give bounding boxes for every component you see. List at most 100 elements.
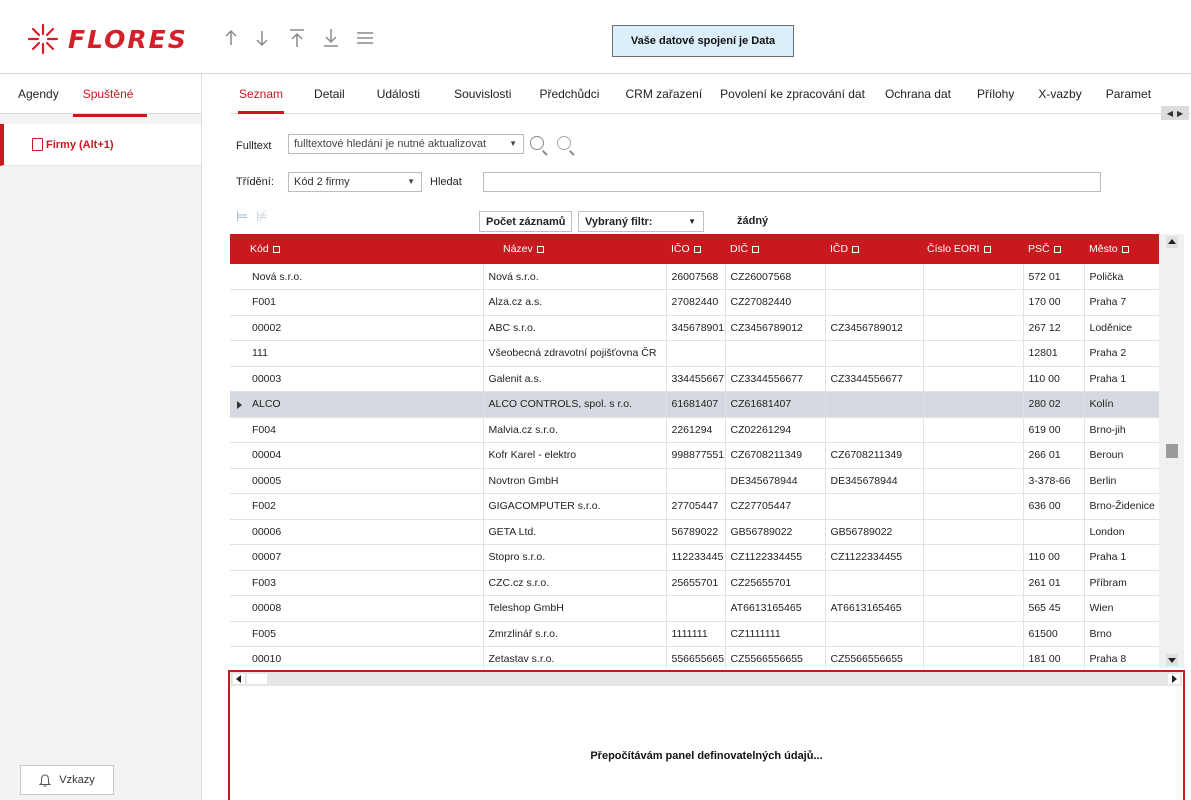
table-cell[interactable] [923,621,1024,647]
table-cell[interactable] [825,621,924,647]
table-cell[interactable]: CZ26007568 [725,264,826,290]
table-cell[interactable] [923,442,1024,469]
table-cell[interactable]: 280 02 [1023,391,1085,418]
table-cell[interactable] [923,366,1024,392]
table-cell[interactable]: 112233445 [666,544,726,571]
move-top-icon[interactable] [286,26,308,50]
table-cell[interactable]: Berlin [1084,468,1159,494]
table-cell[interactable] [923,289,1024,316]
table-cell[interactable]: GB56789022 [725,519,826,545]
table-cell[interactable]: CZ3456789012 [825,315,924,341]
table-cell[interactable] [825,391,924,418]
sort-combo[interactable]: Kód 2 firmy ▼ [288,172,422,192]
column-header[interactable]: Město [1084,234,1159,264]
table-row[interactable]: 00003 Galenit a.s. 334455667 CZ3344556677 CZ… [230,366,1159,392]
chevron-down-icon[interactable]: ▼ [688,217,696,226]
table-cell[interactable]: 12801 [1023,340,1085,367]
chevron-left-icon[interactable]: ◀ [1167,109,1173,118]
table-cell[interactable]: Zetastav s.r.o. [483,646,667,668]
table-cell[interactable] [923,595,1024,622]
table-cell[interactable]: AT6613165465 [825,595,924,622]
table-row[interactable]: ALCO ALCO CONTROLS, spol. s r.o. 61681407 C… [230,391,1159,418]
table-cell[interactable]: Beroun [1084,442,1159,469]
table-cell[interactable]: DE345678944 [825,468,924,494]
table-cell[interactable]: CZ25655701 [725,570,826,596]
table-cell[interactable]: CZ27705447 [725,493,826,520]
table-cell[interactable]: Praha 8 [1084,646,1159,668]
table-cell[interactable]: Praha 7 [1084,289,1159,316]
table-cell[interactable]: DE345678944 [725,468,826,494]
table-cell[interactable]: CZ6708211349 [725,442,826,469]
table-row[interactable]: F001 Alza.cz a.s. 27082440 CZ27082440 170 00… [230,289,1159,316]
table-cell[interactable]: F004 [230,417,484,443]
column-header[interactable]: IČO [666,234,725,264]
tab-scroll-arrows[interactable]: ◀ ▶ [1161,106,1189,120]
table-cell[interactable]: GETA Ltd. [483,519,667,545]
table-cell[interactable]: Příbram [1084,570,1159,596]
search-advanced-icon[interactable] [557,136,571,150]
table-row[interactable]: F002 GIGACOMPUTER s.r.o. 27705447 CZ2770544… [230,493,1159,520]
column-filter-icon[interactable] [852,245,860,253]
tab-seznam[interactable]: Seznam [230,74,292,114]
table-cell[interactable] [923,340,1024,367]
scroll-down-icon[interactable] [1166,654,1178,666]
table-cell[interactable]: Zmrzlinář s.r.o. [483,621,667,647]
table-cell[interactable]: Teleshop GmbH [483,595,667,622]
column-header[interactable]: Číslo EORI [923,234,1023,264]
table-row[interactable]: 00005 Novtron GmbH DE345678944 DE345678944 3… [230,468,1159,494]
table-cell[interactable] [923,315,1024,341]
chevron-right-icon[interactable]: ▶ [1177,109,1183,118]
table-cell[interactable]: F005 [230,621,484,647]
table-cell[interactable] [825,289,924,316]
table-cell[interactable]: 334455667 [666,366,726,392]
table-cell[interactable]: 556655665 [666,646,726,668]
table-row[interactable]: F005 Zmrzlinář s.r.o. 1111111 CZ1111111 6150… [230,621,1159,647]
table-row[interactable]: 00002 ABC s.r.o. 345678901 CZ3456789012 CZ34… [230,315,1159,341]
table-cell[interactable]: CZ61681407 [725,391,826,418]
table-cell[interactable]: Všeobecná zdravotní pojišťovna ČR [483,340,667,367]
table-cell[interactable]: 25655701 [666,570,726,596]
table-cell[interactable]: 619 00 [1023,417,1085,443]
table-cell[interactable] [825,417,924,443]
table-cell[interactable]: 61500 [1023,621,1085,647]
table-cell[interactable]: Malvia.cz s.r.o. [483,417,667,443]
table-row[interactable]: 00004 Kofr Karel - elektro 998877551 CZ6708… [230,442,1159,469]
tab-parametry[interactable]: Paramet [1092,74,1151,114]
table-cell[interactable]: 998877551 [666,442,726,469]
table-cell[interactable] [825,570,924,596]
record-count-button[interactable]: Počet záznamů [479,211,573,232]
scroll-thumb[interactable] [1166,444,1178,458]
column-filter-icon[interactable] [693,245,701,253]
table-cell[interactable]: F002 [230,493,484,520]
table-cell[interactable]: 27705447 [666,493,726,520]
column-filter-icon[interactable] [983,245,991,253]
table-cell[interactable]: Wien [1084,595,1159,622]
table-cell[interactable]: 345678901 [666,315,726,341]
scroll-left-icon[interactable] [233,674,245,684]
table-cell[interactable]: GIGACOMPUTER s.r.o. [483,493,667,520]
table-cell[interactable] [923,646,1024,668]
table-cell[interactable]: 00010 [230,646,484,668]
chevron-down-icon[interactable]: ▼ [407,177,415,186]
tab-predchudci[interactable]: Předchůdci [523,74,611,114]
tab-prilohy[interactable]: Přílohy [961,74,1024,114]
table-cell[interactable] [666,340,726,367]
table-cell[interactable]: 170 00 [1023,289,1085,316]
tab-agendy[interactable]: Agendy [18,81,59,107]
table-cell[interactable]: ALCO CONTROLS, spol. s r.o. [483,391,667,418]
table-row[interactable]: F003 CZC.cz s.r.o. 25655701 CZ25655701 261 0… [230,570,1159,596]
tree-view-icon[interactable]: ⊨ [236,208,248,225]
table-cell[interactable] [825,493,924,520]
table-cell[interactable]: F003 [230,570,484,596]
table-row[interactable]: 00006 GETA Ltd. 56789022 GB56789022 GB567890… [230,519,1159,545]
tab-ochrana-dat[interactable]: Ochrana dat [875,74,961,114]
table-cell[interactable]: 00005 [230,468,484,494]
table-cell[interactable]: Alza.cz a.s. [483,289,667,316]
table-row[interactable]: F004 Malvia.cz s.r.o. 2261294 CZ02261294 619… [230,417,1159,443]
table-cell[interactable]: London [1084,519,1159,545]
table-cell[interactable]: CZ1122334455 [825,544,924,571]
table-cell[interactable]: CZ27082440 [725,289,826,316]
table-cell[interactable]: 2261294 [666,417,726,443]
table-cell[interactable]: 3-378-66 [1023,468,1085,494]
table-cell[interactable]: Praha 1 [1084,366,1159,392]
